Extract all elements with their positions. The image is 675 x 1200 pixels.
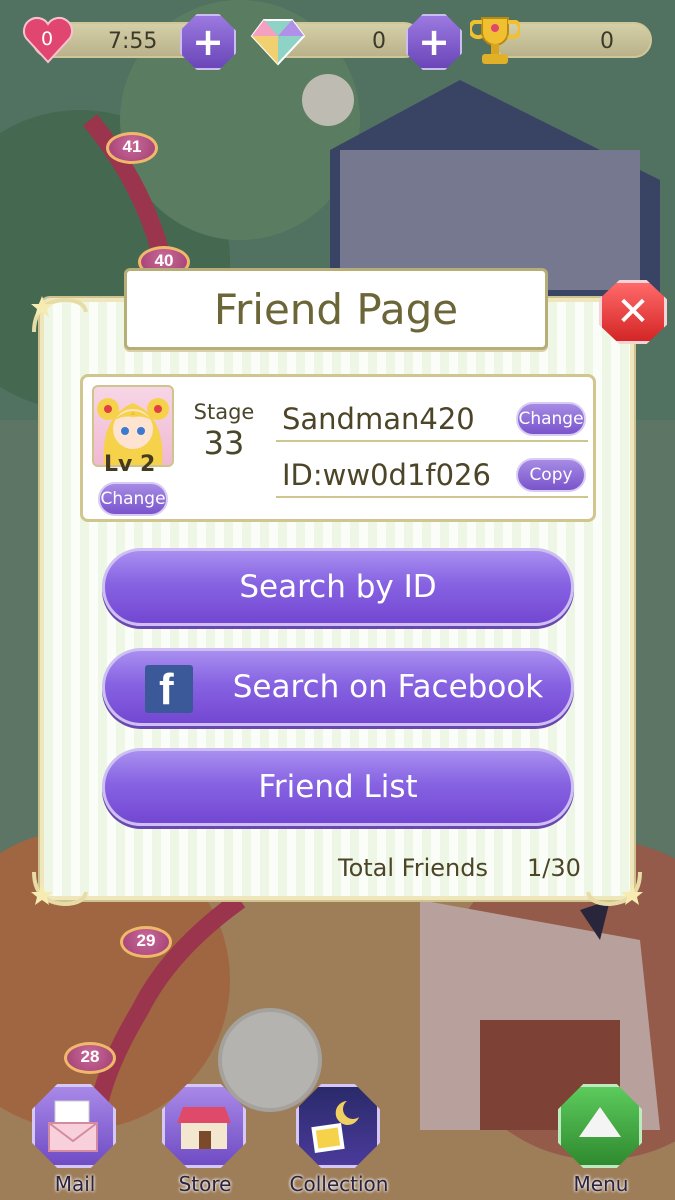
top-hud: 0 7:55 + 0 + 0: [22, 14, 654, 70]
trophies-count: 0: [600, 29, 614, 54]
nav-mail[interactable]: Mail: [30, 1084, 120, 1196]
total-friends-value: 1/30: [527, 854, 581, 882]
store-icon: [162, 1084, 246, 1168]
close-icon: ✕: [616, 289, 650, 335]
hearts-count: 0: [41, 28, 54, 50]
total-friends-label: Total Friends: [338, 854, 488, 882]
copy-id-button[interactable]: Copy: [516, 458, 586, 492]
stage-number: 28: [80, 1047, 100, 1066]
plus-icon: +: [418, 20, 450, 64]
friend-list-button[interactable]: Friend List: [102, 748, 574, 826]
divider: [276, 496, 588, 498]
dialog-title: Friend Page: [213, 285, 459, 334]
trophy-icon: [470, 17, 520, 64]
add-gems-button[interactable]: +: [406, 14, 462, 70]
close-button[interactable]: ✕: [599, 280, 667, 344]
dialog-title-plate: Friend Page: [124, 268, 548, 350]
map-stage-node[interactable]: 29: [120, 926, 172, 966]
nav-menu[interactable]: Menu: [556, 1084, 646, 1196]
life-timer: 7:55: [108, 29, 158, 54]
nav-menu-label: Menu: [573, 1172, 629, 1196]
map-stage-node[interactable]: 28: [64, 1042, 116, 1082]
friend-list-label: Friend List: [258, 769, 418, 805]
search-facebook-label: Search on Facebook: [232, 669, 544, 705]
nav-collection-label: Collection: [289, 1172, 389, 1196]
search-by-id-button[interactable]: Search by ID: [102, 548, 574, 626]
change-name-button[interactable]: Change: [516, 402, 586, 436]
stage-label: Stage: [193, 400, 255, 424]
stage-number: 41: [122, 137, 142, 156]
stage-value: 33: [203, 424, 245, 462]
menu-icon: [558, 1084, 642, 1168]
mail-icon: [32, 1084, 116, 1168]
nav-store-label: Store: [178, 1172, 232, 1196]
corner-ornament-icon: [586, 871, 643, 907]
corner-ornament-icon: [31, 296, 88, 333]
search-by-id-label: Search by ID: [239, 569, 437, 605]
search-facebook-button[interactable]: f Search on Facebook: [102, 648, 574, 726]
collection-icon: [296, 1084, 380, 1168]
divider: [276, 440, 588, 442]
nav-store[interactable]: Store: [160, 1084, 250, 1196]
gems-count: 0: [372, 29, 386, 54]
nav-collection[interactable]: Collection: [290, 1084, 388, 1196]
map-stage-node[interactable]: 41: [106, 132, 158, 172]
corner-ornament-icon: [31, 871, 88, 907]
plus-icon: +: [192, 20, 224, 64]
stage-number: 29: [136, 931, 156, 950]
player-level: Lv 2: [104, 452, 156, 477]
user-id: ID:ww0d1f026: [282, 458, 491, 492]
gem-icon: [250, 19, 306, 66]
nav-mail-label: Mail: [54, 1172, 96, 1196]
username: Sandman420: [282, 402, 475, 436]
change-avatar-button[interactable]: Change: [98, 482, 168, 516]
